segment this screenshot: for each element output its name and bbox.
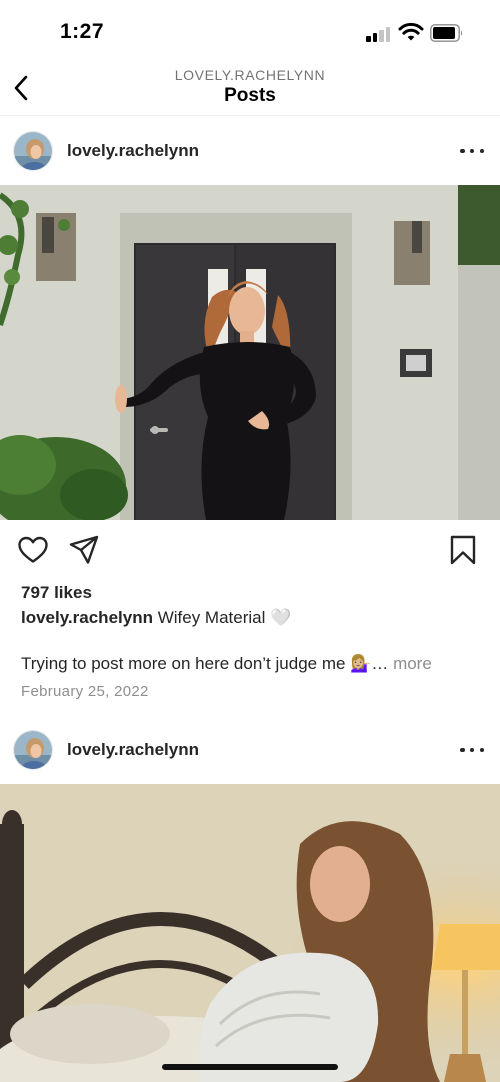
post-username[interactable]: lovely.rachelynn (67, 141, 199, 161)
more-horizontal-icon (460, 148, 465, 154)
caption-username[interactable]: lovely.rachelynn (21, 608, 153, 627)
share-button[interactable] (68, 534, 100, 566)
more-options-button[interactable] (458, 141, 486, 161)
caption-line2: Trying to post more on here don’t judge … (21, 654, 389, 673)
paper-plane-icon (69, 535, 99, 564)
bookmark-icon (450, 535, 476, 565)
more-horizontal-icon (460, 747, 465, 753)
cellular-signal-icon (366, 26, 392, 42)
post-header: lovely.rachelynn (0, 716, 500, 784)
caption: lovely.rachelynn Wifey Material 🤍 (21, 608, 291, 628)
nav-header: LOVELY.RACHELYNN Posts (0, 60, 500, 116)
home-indicator[interactable] (162, 1064, 338, 1070)
wifi-icon (398, 22, 424, 41)
avatar[interactable] (13, 730, 53, 770)
post-image[interactable] (0, 185, 500, 520)
caption-text: Wifey Material 🤍 (157, 608, 292, 627)
like-button[interactable] (17, 534, 49, 566)
more-options-button[interactable] (458, 740, 486, 760)
caption-continued: Trying to post more on here don’t judge … (21, 654, 432, 674)
post-date: February 25, 2022 (21, 683, 149, 700)
post-header: lovely.rachelynn (0, 117, 500, 185)
likes-count[interactable]: 797 likes (21, 583, 92, 603)
more-link[interactable]: more (393, 654, 432, 673)
avatar[interactable] (13, 131, 53, 171)
post-actions (0, 520, 500, 580)
post-username[interactable]: lovely.rachelynn (67, 740, 199, 760)
status-bar: 1:27 (0, 0, 500, 60)
save-button[interactable] (447, 534, 479, 566)
account-name: LOVELY.RACHELYNN (174, 67, 326, 83)
battery-icon (430, 24, 463, 42)
page-title: Posts (224, 85, 276, 106)
heart-icon (18, 536, 48, 563)
post-image[interactable] (0, 784, 500, 1082)
status-time: 1:27 (60, 20, 105, 43)
